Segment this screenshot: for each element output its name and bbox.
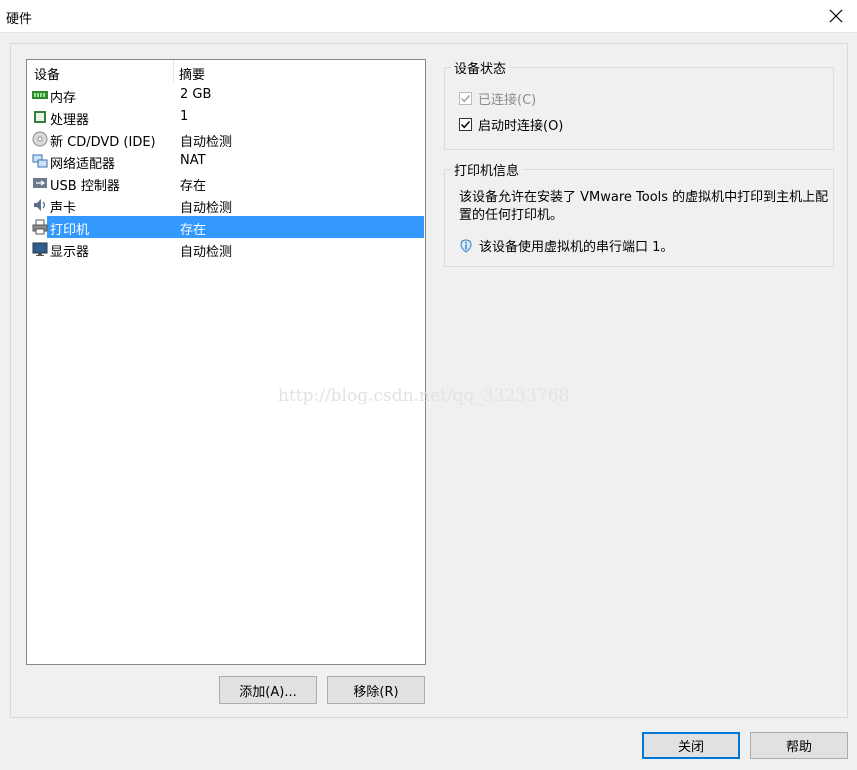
device-name: 网络适配器 bbox=[50, 157, 116, 172]
device-row-printer[interactable]: 打印机 存在 bbox=[27, 216, 425, 238]
checkmark-icon bbox=[460, 120, 471, 129]
device-row-usb-controller[interactable]: USB 控制器 存在 bbox=[27, 172, 425, 194]
printer-info-description: 该设备允许在安装了 VMware Tools 的虚拟机中打印到主机上配置的任何打… bbox=[459, 190, 829, 223]
network-adapter-icon bbox=[32, 154, 48, 168]
info-icon bbox=[460, 238, 472, 253]
title-bar: 硬件 bbox=[0, 0, 857, 33]
device-summary: NAT bbox=[180, 153, 206, 168]
device-row-sound-card[interactable]: 声卡 自动检测 bbox=[27, 194, 425, 216]
device-status-legend: 设备状态 bbox=[451, 58, 510, 77]
device-summary: 自动检测 bbox=[180, 135, 233, 150]
display-icon bbox=[32, 242, 48, 256]
printer-info-note-row: 该设备使用虚拟机的串行端口 1。 bbox=[459, 236, 673, 255]
checkmark-icon bbox=[460, 94, 471, 103]
list-header: 设备 摘要 bbox=[27, 60, 425, 83]
close-window-button[interactable] bbox=[815, 0, 857, 32]
device-row-processor[interactable]: 处理器 1 bbox=[27, 106, 425, 128]
column-separator bbox=[173, 60, 174, 82]
help-button[interactable]: 帮助 bbox=[750, 732, 848, 759]
device-summary: 自动检测 bbox=[180, 245, 233, 260]
device-name: USB 控制器 bbox=[50, 179, 120, 194]
connect-at-power-on-row[interactable]: 启动时连接(O) bbox=[459, 115, 563, 134]
add-device-button[interactable]: 添加(A)... bbox=[219, 676, 317, 704]
close-button[interactable]: 关闭 bbox=[642, 732, 740, 759]
window-title: 硬件 bbox=[6, 12, 33, 27]
device-row-display[interactable]: 显示器 自动检测 bbox=[27, 238, 425, 260]
printer-info-note: 该设备使用虚拟机的串行端口 1。 bbox=[479, 240, 674, 255]
device-list[interactable]: 设备 摘要 内存 2 GB 处理器 1 新 CD/DVD (IDE) 自动检测 bbox=[26, 59, 426, 665]
device-summary: 1 bbox=[180, 109, 189, 124]
connect-at-power-on-label[interactable]: 启动时连接(O) bbox=[478, 115, 563, 134]
selection-highlight bbox=[47, 216, 424, 238]
sound-card-icon bbox=[34, 199, 46, 211]
printer-info-group: 打印机信息 该设备允许在安装了 VMware Tools 的虚拟机中打印到主机上… bbox=[444, 160, 834, 267]
column-header-summary[interactable]: 摘要 bbox=[179, 64, 205, 83]
connected-checkbox-row: 已连接(C) bbox=[459, 89, 536, 108]
watermark: http://blog.csdn.net/qq_33233768 bbox=[278, 386, 570, 406]
printer-info-legend: 打印机信息 bbox=[451, 160, 523, 179]
column-header-device[interactable]: 设备 bbox=[34, 64, 60, 83]
printer-icon bbox=[32, 219, 48, 235]
usb-icon bbox=[33, 178, 47, 188]
device-name: 显示器 bbox=[50, 245, 90, 260]
device-name: 内存 bbox=[50, 91, 77, 106]
device-row-memory[interactable]: 内存 2 GB bbox=[27, 84, 425, 106]
memory-icon bbox=[32, 91, 48, 99]
device-name: 声卡 bbox=[50, 201, 77, 216]
connect-at-power-on-checkbox[interactable] bbox=[459, 118, 472, 131]
device-summary: 2 GB bbox=[180, 87, 212, 102]
connected-checkbox bbox=[459, 92, 472, 105]
close-icon bbox=[829, 9, 843, 23]
processor-icon bbox=[34, 111, 46, 123]
device-summary: 自动检测 bbox=[180, 201, 233, 216]
device-name: 打印机 bbox=[50, 223, 90, 238]
device-row-network-adapter[interactable]: 网络适配器 NAT bbox=[27, 150, 425, 172]
device-name: 新 CD/DVD (IDE) bbox=[50, 135, 156, 150]
device-row-cd-dvd[interactable]: 新 CD/DVD (IDE) 自动检测 bbox=[27, 128, 425, 150]
device-name: 处理器 bbox=[50, 113, 90, 128]
remove-device-button[interactable]: 移除(R) bbox=[327, 676, 425, 704]
device-summary: 存在 bbox=[180, 179, 207, 194]
cd-dvd-icon bbox=[32, 131, 48, 147]
device-summary: 存在 bbox=[180, 223, 207, 238]
device-status-group: 设备状态 已连接(C) 启动时连接(O) bbox=[444, 58, 834, 150]
connected-label: 已连接(C) bbox=[478, 93, 537, 108]
